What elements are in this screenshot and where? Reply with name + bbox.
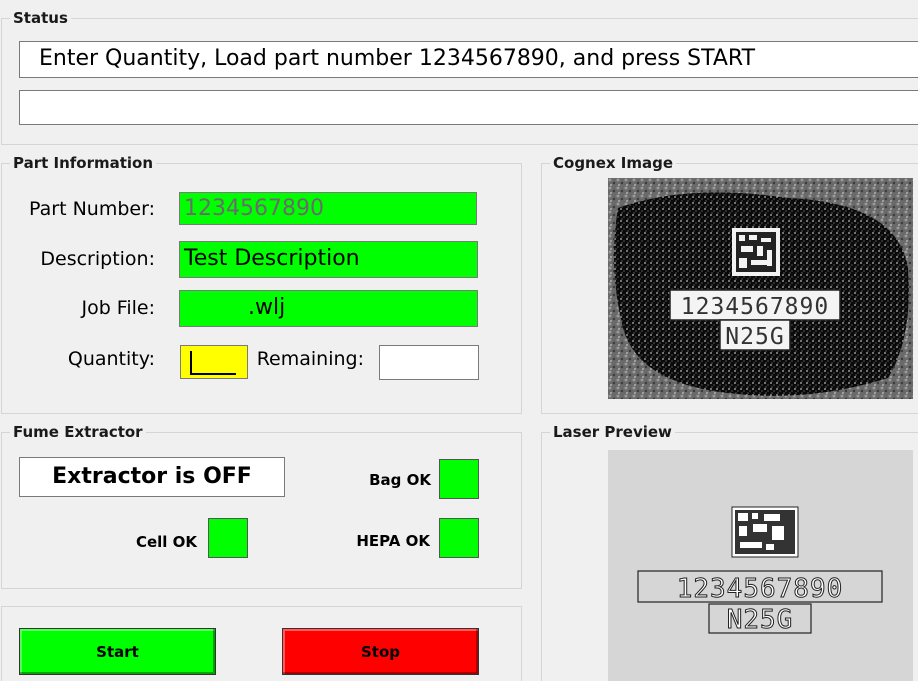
extractor-status: Extractor is OFF	[19, 457, 285, 497]
stop-button[interactable]: Stop	[282, 628, 479, 675]
remaining-field[interactable]	[379, 345, 479, 380]
cognex-sub-text: N25G	[725, 324, 784, 350]
status-title: Status	[10, 9, 71, 27]
status-group: Status	[1, 9, 918, 145]
cognex-title: Cognex Image	[550, 154, 677, 172]
part-info-title: Part Information	[10, 154, 157, 172]
cell-ok-indicator	[208, 518, 248, 558]
laser-datamatrix	[731, 506, 799, 558]
part-number-field[interactable]: 1234567890	[179, 192, 477, 225]
laser-title: Laser Preview	[550, 423, 675, 441]
quantity-label: Quantity:	[67, 348, 155, 370]
text-cursor	[190, 351, 236, 375]
cognex-code-text: 1234567890	[681, 294, 829, 320]
start-button[interactable]: Start	[19, 628, 216, 675]
part-number-label: Part Number:	[29, 198, 155, 220]
cell-ok-label: Cell OK	[135, 533, 197, 551]
description-field[interactable]: Test Description	[179, 241, 478, 278]
fume-title: Fume Extractor	[10, 423, 146, 441]
laser-sub-text: N25G	[727, 605, 794, 635]
job-file-label: Job File:	[81, 297, 155, 319]
laser-code-text: 1234567890	[677, 574, 844, 604]
fume-group: Fume Extractor	[1, 423, 522, 589]
status-line-1: Enter Quantity, Load part number 1234567…	[19, 41, 918, 78]
cognex-image-canvas: 1234567890 N25G	[608, 178, 913, 399]
laser-preview-canvas: 1234567890 N25G	[637, 506, 883, 636]
description-label: Description:	[40, 248, 155, 270]
hepa-ok-label: HEPA OK	[356, 532, 430, 550]
laser-preview: 1234567890 N25G	[608, 450, 913, 681]
status-line-2	[19, 90, 918, 125]
cognex-datamatrix	[732, 228, 780, 276]
cognex-image: 1234567890 N25G	[608, 178, 913, 399]
bag-ok-indicator	[439, 459, 479, 499]
job-file-field[interactable]: .wlj	[179, 290, 478, 327]
remaining-label: Remaining:	[256, 348, 364, 370]
hepa-ok-indicator	[439, 518, 479, 558]
bag-ok-label: Bag OK	[369, 471, 431, 489]
